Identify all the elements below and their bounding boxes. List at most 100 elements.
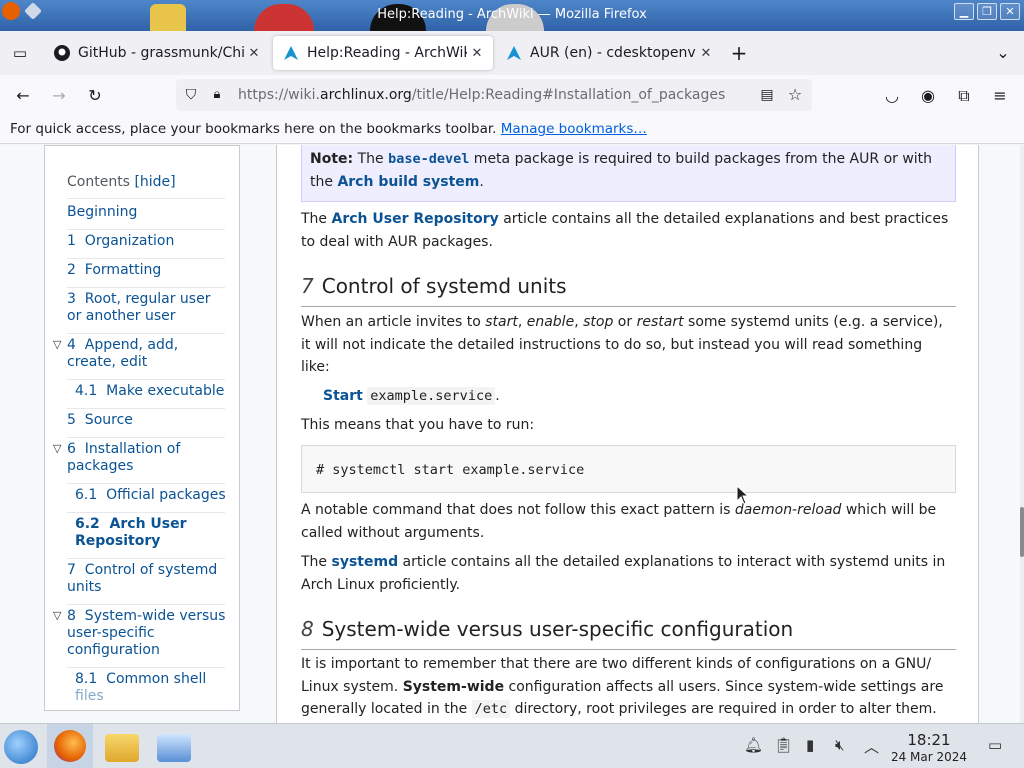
divider [67, 408, 225, 409]
section-number: 8 [301, 617, 314, 641]
tab-title: Help:Reading - ArchWiki [307, 45, 467, 61]
text: called without arguments. [301, 524, 485, 541]
lock-icon[interactable]: 🔒︎ [204, 82, 230, 108]
tab-archwiki[interactable]: Help:Reading - ArchWiki ✕ [273, 36, 493, 70]
scrollbar-thumb[interactable] [1020, 507, 1024, 557]
text: directory, root privileges are required … [510, 701, 937, 717]
volume-muted-icon[interactable]: 🔇︎ [835, 736, 844, 754]
tab-github[interactable]: GitHub - grassmunk/Chic ✕ [44, 36, 270, 70]
firefox-view-icon[interactable]: ▭ [7, 40, 33, 66]
toc-item-installation[interactable]: 6 Installation of packages [67, 441, 180, 475]
toc-item-make-executable[interactable]: 4.1 Make executable [75, 383, 224, 400]
toc-line: 6 Installation of [67, 441, 181, 457]
start-menu-icon[interactable] [4, 730, 38, 764]
chevron-down-icon[interactable]: ▽ [53, 609, 61, 622]
toc-item-root[interactable]: 3 Root, regular user or another user [67, 291, 210, 325]
text: System-wide [402, 678, 505, 695]
pocket-icon[interactable]: ◡ [879, 83, 905, 109]
url-text[interactable]: https://wiki.archlinux.org/title/Help:Re… [238, 87, 725, 103]
tab-close-icon[interactable]: ✕ [467, 46, 487, 61]
text: like: [301, 359, 330, 375]
toc-item-systemd-units[interactable]: 7 Control of systemd units [67, 562, 217, 596]
aur-paragraph: The Arch User Repository article contain… [301, 208, 956, 253]
text: . [495, 388, 500, 404]
inline-code: example.service [367, 387, 496, 405]
toc-item-organization[interactable]: 1 Organization [67, 233, 174, 250]
text: , [517, 314, 527, 330]
toc-item-system-wide[interactable]: 8 System-wide versus user-specific configu… [67, 608, 225, 659]
toc-line: user-specific [67, 625, 155, 641]
table-of-contents: Contents [hide] Beginning 1 Organization… [44, 145, 240, 711]
divider [67, 512, 225, 513]
chevron-down-icon[interactable]: ▽ [53, 338, 61, 351]
text: It is important to remember that there a… [301, 656, 932, 672]
bookmark-star-icon[interactable]: ☆ [782, 82, 808, 108]
toc-line: 7 Control of systemd [67, 562, 218, 578]
account-icon[interactable]: ◉ [915, 83, 941, 109]
system-wide-paragraph: It is important to remember that there a… [301, 653, 956, 721]
url-path: /title/Help:Reading#Installation_of_pack… [411, 87, 726, 103]
tab-title: GitHub - grassmunk/Chic [78, 45, 244, 61]
clock[interactable]: 18:21 24 Mar 2024 [888, 732, 970, 765]
note-text: . [479, 173, 484, 190]
clock-date: 24 Mar 2024 [890, 750, 968, 764]
toc-item-beginning[interactable]: Beginning [67, 204, 137, 221]
list-tabs-chevron-icon[interactable]: ⌄ [990, 40, 1016, 66]
text: which will be [841, 502, 937, 518]
section-heading-systemd: 7 Control of systemd units [301, 275, 956, 307]
navigation-toolbar: ← → ↻ ⛉ 🔒︎ https://wiki.archlinux.org/ti… [0, 75, 1024, 116]
base-devel-link[interactable]: base-devel [388, 151, 469, 167]
show-desktop-icon[interactable]: ▭ [988, 736, 1002, 754]
file-manager-icon[interactable] [105, 734, 139, 762]
toc-item-aur[interactable]: 6.2 Arch User Repository [75, 516, 187, 550]
section-number: 7 [301, 274, 314, 298]
text: When an article invites to [301, 314, 486, 330]
back-arrow-icon[interactable]: ← [10, 83, 36, 109]
clipboard-icon[interactable]: 📋︎ [774, 736, 793, 754]
toc-hide-toggle[interactable]: [hide] [134, 174, 175, 190]
systemd-intro-paragraph: When an article invites to start, enable… [301, 311, 956, 379]
reader-view-icon[interactable]: ▤ [754, 82, 780, 108]
page-scrollbar[interactable] [1020, 145, 1024, 723]
shield-icon[interactable]: ⛉ [178, 82, 204, 108]
extensions-icon[interactable]: ⧉ [951, 83, 977, 109]
tab-aur[interactable]: AUR (en) - cdesktopenv ✕ [496, 36, 722, 70]
toc-item-common-shell[interactable]: 8.1 Common shell files [75, 671, 206, 705]
toc-item-official-packages[interactable]: 6.1 Official packages [75, 487, 226, 504]
minimize-button[interactable]: ▁ [954, 3, 974, 20]
start-link[interactable]: Start [323, 388, 363, 404]
run-label: This means that you have to run: [301, 417, 535, 433]
toc-title: Contents [67, 174, 130, 190]
manage-bookmarks-link[interactable]: Manage bookmarks… [501, 121, 647, 137]
toc-heading: Contents [hide] [67, 174, 176, 190]
text: stop [583, 314, 614, 330]
window-titlebar: Help:Reading - ArchWiki — Mozilla Firefo… [0, 0, 1024, 31]
tab-close-icon[interactable]: ✕ [696, 46, 716, 61]
firefox-taskbar-icon[interactable] [47, 724, 93, 768]
code-block[interactable]: # systemctl start example.service [301, 445, 956, 493]
divider [67, 198, 225, 199]
forward-arrow-icon[interactable]: → [46, 83, 72, 109]
systemd-link[interactable]: systemd [332, 554, 399, 570]
reload-icon[interactable]: ↻ [82, 83, 108, 109]
battery-icon[interactable]: ▮ [806, 736, 814, 754]
notifications-icon[interactable]: 🔔︎ [744, 736, 763, 754]
arch-user-repository-link[interactable]: Arch User Repository [332, 211, 499, 227]
arch-build-system-link[interactable]: Arch build system [337, 174, 479, 190]
new-tab-icon[interactable]: + [726, 40, 752, 66]
url-bar[interactable]: ⛉ 🔒︎ https://wiki.archlinux.org/title/He… [176, 79, 812, 111]
text: Arch Linux proficiently. [301, 576, 461, 593]
control-panel-icon[interactable] [157, 734, 191, 762]
chevron-up-icon[interactable]: ︿ [864, 736, 879, 757]
menu-icon[interactable]: ≡ [987, 83, 1013, 109]
close-window-button[interactable]: ✕ [1000, 3, 1020, 20]
text: start [485, 314, 518, 330]
toc-item-source[interactable]: 5 Source [67, 412, 133, 429]
toc-item-append[interactable]: 4 Append, add, create, edit [67, 337, 178, 371]
chevron-down-icon[interactable]: ▽ [53, 442, 61, 455]
maximize-button[interactable]: ❐ [977, 3, 997, 20]
tab-close-icon[interactable]: ✕ [244, 46, 264, 61]
toc-item-formatting[interactable]: 2 Formatting [67, 262, 161, 279]
toc-line: Repository [75, 533, 161, 549]
section-title: Control of systemd units [321, 274, 567, 298]
